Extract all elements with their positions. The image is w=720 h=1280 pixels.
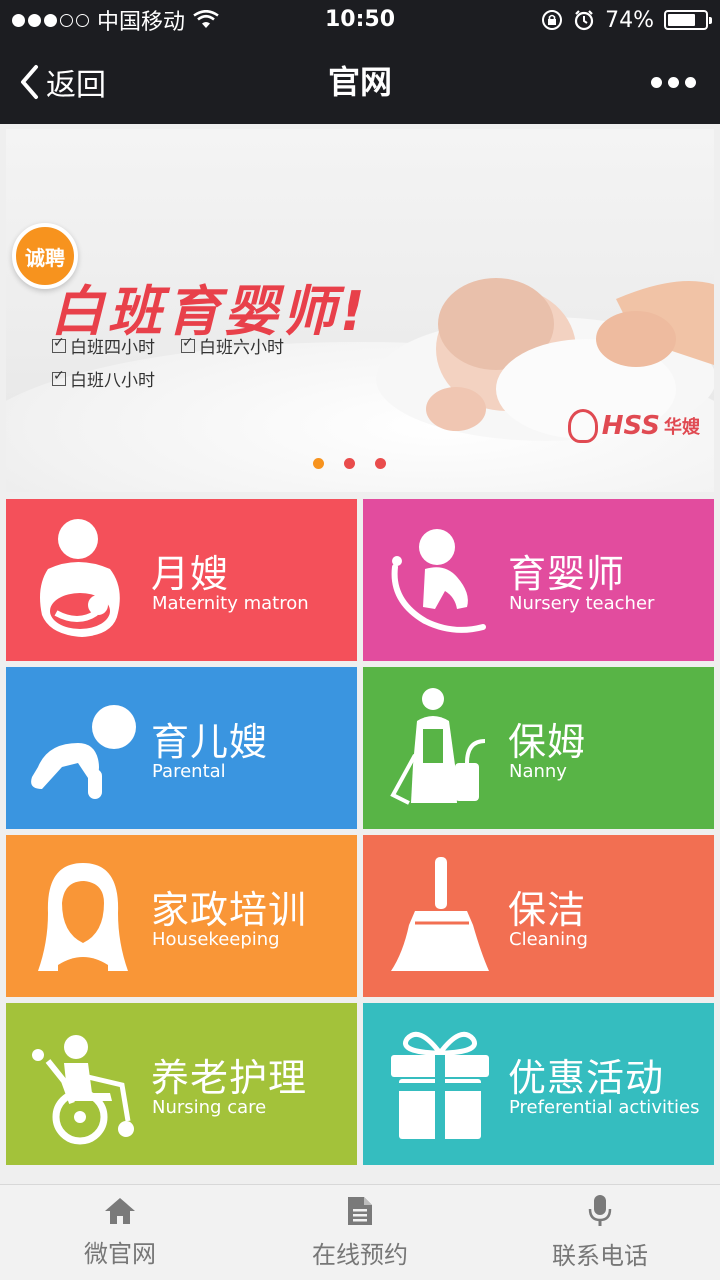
- more-menu-button[interactable]: [651, 40, 696, 124]
- back-button[interactable]: 返回: [18, 40, 106, 124]
- carrier-label: 中国移动: [97, 10, 186, 35]
- service-subtitle: Nanny: [509, 761, 567, 782]
- status-bar: 中国移动 10:50 74%: [0, 0, 720, 40]
- service-tile[interactable]: 家政培训 Housekeeping: [6, 835, 357, 997]
- wifi-icon: [193, 10, 219, 28]
- checkbox-checked-icon: [52, 335, 66, 353]
- broom-icon: [385, 853, 495, 979]
- service-subtitle: Nursing care: [152, 1097, 267, 1118]
- more-dot-icon: [668, 76, 679, 88]
- service-subtitle: Preferential activities: [509, 1097, 700, 1118]
- shift-option: 白班四小时: [52, 333, 155, 358]
- tab-contact-phone[interactable]: 联系电话: [480, 1185, 720, 1280]
- nav-bar: 返回 官网: [0, 40, 720, 124]
- baby-cradle-icon: [385, 517, 495, 643]
- mother-baby-icon: [28, 517, 138, 643]
- shift-option: 白班八小时: [52, 366, 155, 391]
- service-tile[interactable]: 保姆 Nanny: [363, 667, 714, 829]
- rotation-lock-icon: [542, 10, 563, 30]
- service-title: 保姆: [508, 720, 587, 764]
- wheelchair-icon: [28, 1021, 138, 1147]
- service-title: 优惠活动: [508, 1056, 665, 1100]
- service-tile[interactable]: 月嫂 Maternity matron: [6, 499, 357, 661]
- bottom-tab-bar: 微官网 在线预约 联系电话: [0, 1184, 720, 1280]
- brand-mark-icon: [567, 409, 598, 443]
- service-title: 月嫂: [151, 552, 230, 596]
- pager-dot[interactable]: [313, 458, 324, 469]
- back-label: 返回: [46, 68, 106, 103]
- promo-banner[interactable]: 诚聘 白班育婴师! 白班四小时 白班六小时 白班八小时 HSS 华嫂: [6, 129, 714, 492]
- tab-micro-site[interactable]: 微官网: [0, 1185, 240, 1280]
- shift-option: 白班六小时: [181, 333, 284, 358]
- tab-online-booking[interactable]: 在线预约: [240, 1185, 480, 1280]
- chevron-left-icon: [21, 65, 38, 99]
- pager-dot[interactable]: [375, 458, 386, 469]
- housekeeper-vacuum-icon: [385, 685, 495, 811]
- service-tile[interactable]: 育婴师 Nursery teacher: [363, 499, 714, 661]
- gift-icon: [385, 1021, 495, 1147]
- woman-portrait-icon: [28, 853, 138, 979]
- battery-percent: 74%: [605, 7, 654, 33]
- battery-fill: [668, 14, 695, 26]
- service-title: 育儿嫂: [151, 720, 269, 764]
- checkbox-checked-icon: [52, 368, 66, 386]
- checkbox-checked-icon: [181, 335, 195, 353]
- shift-options: 白班四小时 白班六小时 白班八小时: [52, 333, 332, 399]
- service-tile[interactable]: 保洁 Cleaning: [363, 835, 714, 997]
- alarm-icon: [574, 10, 594, 31]
- service-subtitle: Cleaning: [509, 929, 588, 950]
- service-tile[interactable]: 优惠活动 Preferential activities: [363, 1003, 714, 1165]
- service-subtitle: Housekeeping: [152, 929, 280, 950]
- signal-strength-icon: [12, 13, 89, 27]
- brand-logo: HSS 华嫂: [567, 409, 700, 443]
- service-title: 保洁: [508, 888, 587, 932]
- page-title: 官网: [327, 63, 392, 101]
- carousel-pager[interactable]: [313, 458, 386, 469]
- service-title: 养老护理: [151, 1056, 308, 1100]
- battery-icon: [664, 10, 712, 30]
- service-tile[interactable]: 育儿嫂 Parental: [6, 667, 357, 829]
- service-title: 育婴师: [508, 552, 626, 596]
- more-dot-icon: [685, 76, 696, 88]
- status-right: 74%: [541, 0, 712, 40]
- service-subtitle: Parental: [152, 761, 226, 782]
- pager-dot[interactable]: [344, 458, 355, 469]
- microphone-icon: [588, 1195, 612, 1226]
- home-icon: [105, 1198, 135, 1224]
- document-icon: [348, 1197, 372, 1225]
- more-dot-icon: [651, 76, 662, 88]
- crawling-baby-icon: [28, 685, 138, 811]
- service-subtitle: Nursery teacher: [509, 593, 655, 614]
- status-left: 中国移动: [12, 0, 219, 40]
- service-title: 家政培训: [151, 888, 308, 932]
- service-tile[interactable]: 养老护理 Nursing care: [6, 1003, 357, 1165]
- service-subtitle: Maternity matron: [152, 593, 309, 614]
